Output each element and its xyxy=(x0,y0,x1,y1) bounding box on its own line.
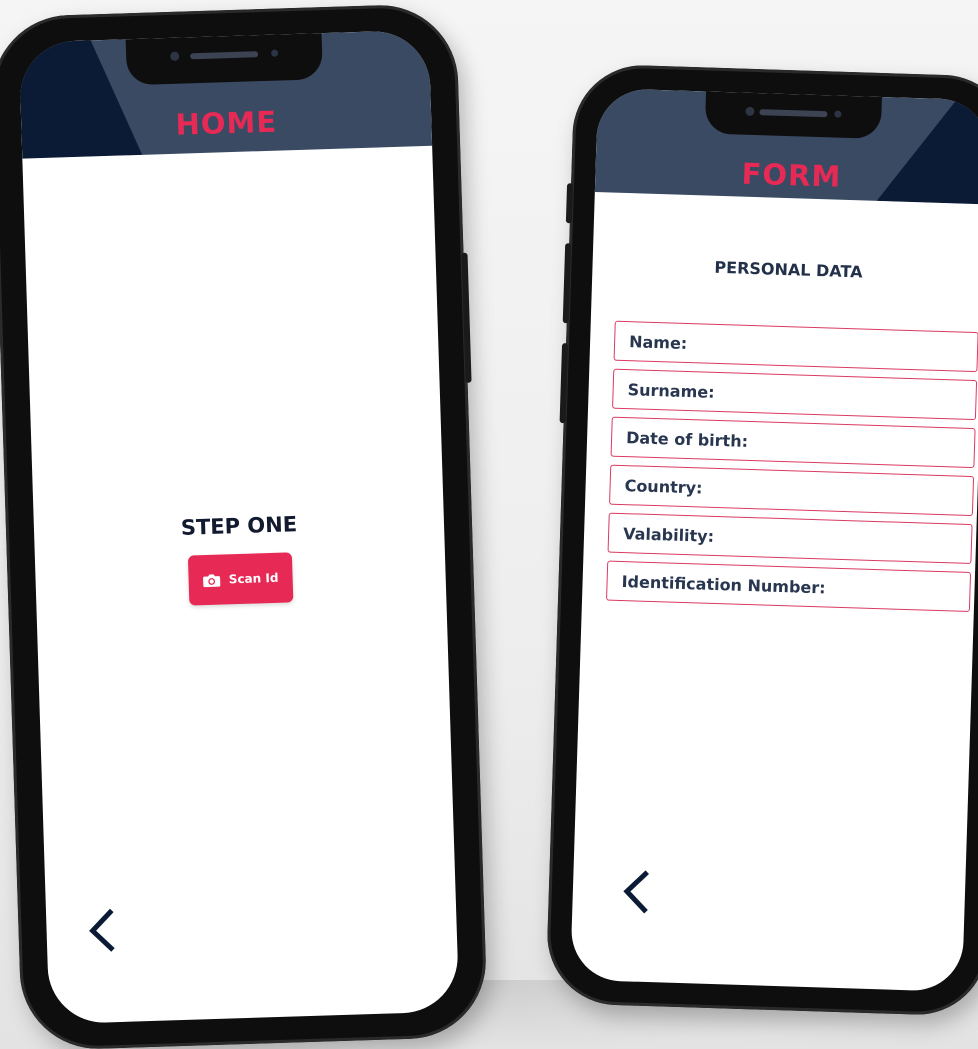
field-label: Name: xyxy=(628,331,688,353)
volume-up-button xyxy=(562,243,572,324)
camera-icon xyxy=(203,572,221,588)
power-button xyxy=(461,252,472,383)
date-of-birth-field[interactable]: Date of birth: xyxy=(610,416,976,469)
scan-id-label: Scan Id xyxy=(228,570,279,587)
surname-field[interactable]: Surname: xyxy=(612,368,978,421)
notch xyxy=(704,91,882,139)
field-label: Identification Number: xyxy=(621,571,826,597)
personal-data-title: PERSONAL DATA xyxy=(714,257,863,282)
field-label: Date of birth: xyxy=(625,427,749,451)
camera-dot-icon xyxy=(745,106,755,116)
sensor-dot-icon xyxy=(271,49,279,57)
identification-number-field[interactable]: Identification Number: xyxy=(606,560,972,612)
speaker-grille xyxy=(759,109,828,118)
phone-home: HOME STEP ONE Scan Id xyxy=(0,2,489,1049)
field-label: Valability: xyxy=(622,523,715,546)
valability-field[interactable]: Valability: xyxy=(607,512,973,565)
field-label: Surname: xyxy=(627,379,715,402)
chevron-left-icon[interactable] xyxy=(86,908,117,957)
field-label: Country: xyxy=(624,475,703,498)
form-screen: FORM PERSONAL DATA Name: Surname: Date o… xyxy=(570,88,978,992)
step-title: STEP ONE xyxy=(180,512,298,540)
speaker-grille xyxy=(190,51,259,60)
notch xyxy=(125,33,323,86)
home-screen: HOME STEP ONE Scan Id xyxy=(18,29,460,1025)
phone-form: FORM PERSONAL DATA Name: Surname: Date o… xyxy=(545,63,978,1017)
volume-down-button xyxy=(559,343,569,424)
mute-switch xyxy=(565,183,574,224)
scan-id-button[interactable]: Scan Id xyxy=(187,552,294,606)
camera-dot-icon xyxy=(170,51,180,61)
country-field[interactable]: Country: xyxy=(609,464,975,517)
name-field[interactable]: Name: xyxy=(613,320,978,373)
sensor-dot-icon xyxy=(834,110,842,118)
personal-data-form: Name: Surname: Date of birth: Country: V… xyxy=(606,320,978,620)
chevron-left-icon[interactable] xyxy=(620,869,651,918)
